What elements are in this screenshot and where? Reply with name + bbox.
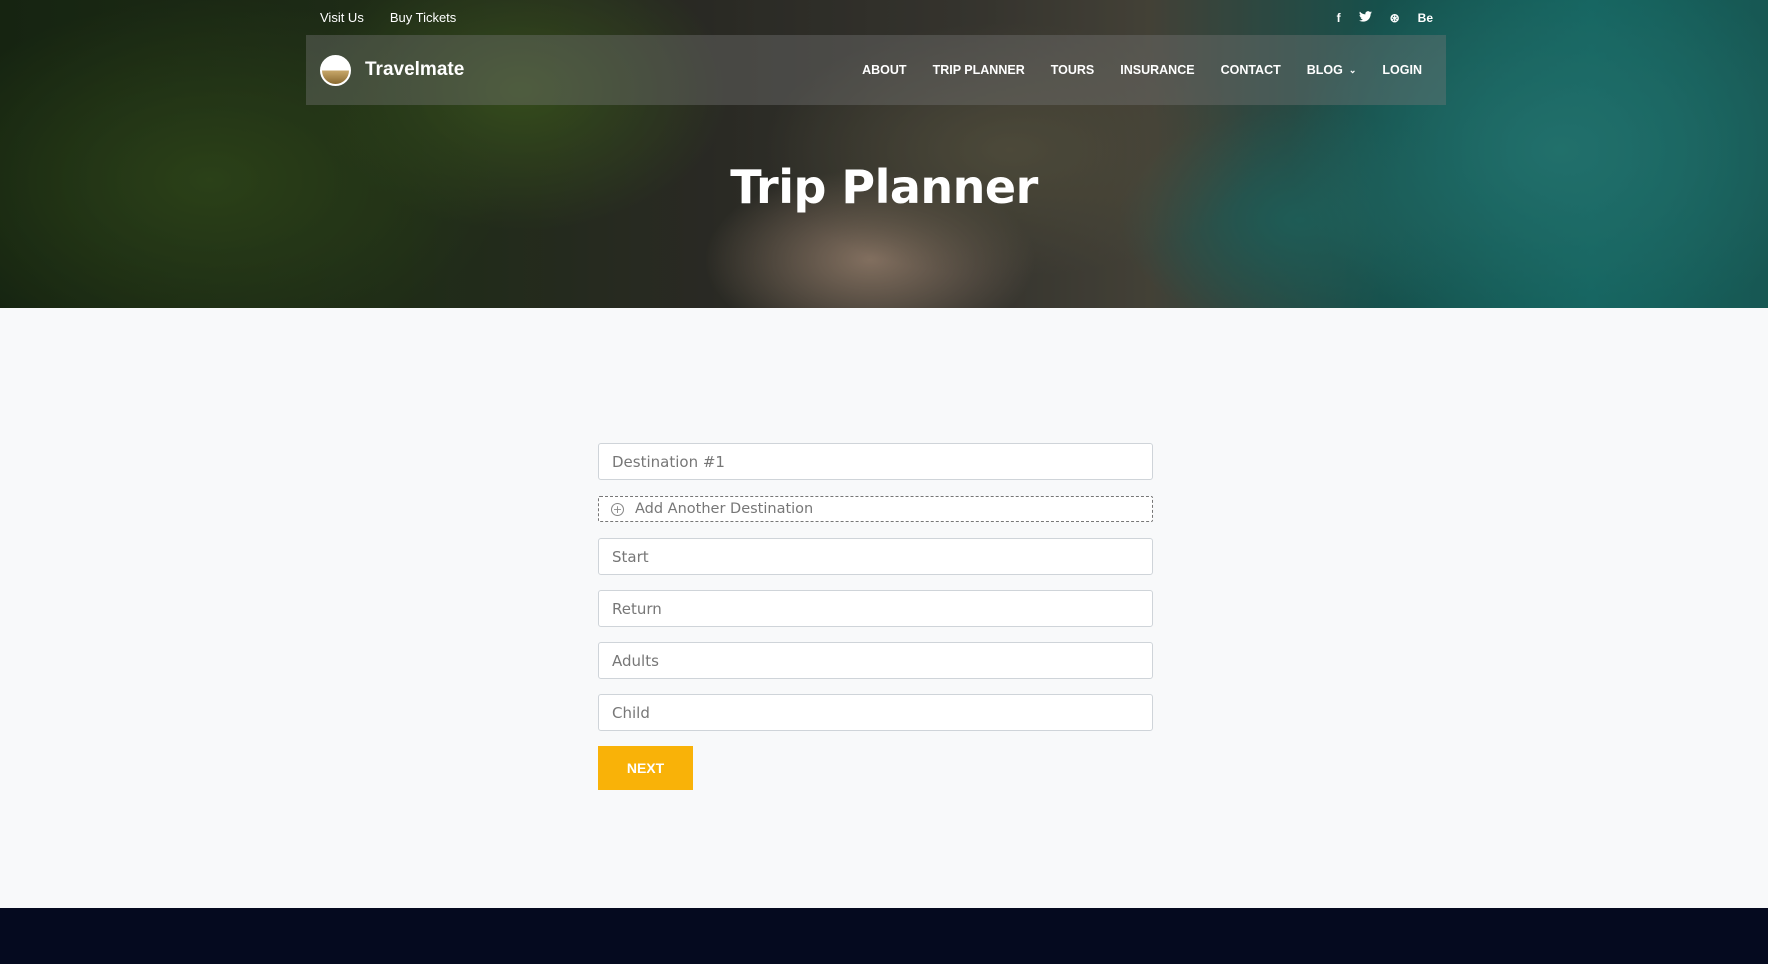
chevron-down-icon[interactable]: ⌄	[1349, 65, 1357, 76]
top-links: Visit Us Buy Tickets	[320, 10, 456, 25]
footer	[0, 908, 1768, 964]
facebook-icon[interactable]: f	[1337, 11, 1341, 25]
next-button[interactable]: NEXT	[598, 746, 693, 790]
twitter-icon[interactable]	[1358, 10, 1372, 25]
nav-item-insurance[interactable]: INSURANCE	[1120, 63, 1194, 77]
add-destination-button[interactable]: + Add Another Destination	[598, 496, 1153, 522]
nav-item-blog[interactable]: BLOG	[1307, 63, 1343, 77]
nav-item-trip-planner[interactable]: TRIP PLANNER	[933, 63, 1025, 77]
add-destination-label: Add Another Destination	[635, 501, 814, 517]
nav-menu: ABOUT TRIP PLANNER TOURS INSURANCE CONTA…	[836, 63, 1422, 77]
dribbble-icon[interactable]: ⊛	[1390, 11, 1400, 25]
plus-circle-icon: +	[611, 502, 624, 516]
nav-item-contact[interactable]: CONTACT	[1221, 63, 1281, 77]
hero-banner: Visit Us Buy Tickets f ⊛ Be Travelmate A…	[0, 0, 1768, 308]
start-date-input[interactable]	[598, 538, 1153, 575]
top-bar: Visit Us Buy Tickets f ⊛ Be	[320, 0, 1433, 35]
return-date-input[interactable]	[598, 590, 1153, 627]
child-input[interactable]	[598, 694, 1153, 731]
nav-item-login[interactable]: LOGIN	[1382, 63, 1422, 77]
main-nav: Travelmate ABOUT TRIP PLANNER TOURS INSU…	[306, 35, 1446, 105]
social-links: f ⊛ Be	[1337, 11, 1433, 25]
page-title: Trip Planner	[730, 160, 1038, 214]
adults-input[interactable]	[598, 642, 1153, 679]
trip-planner-form: + Add Another Destination NEXT	[598, 443, 1153, 790]
destination-input[interactable]	[598, 443, 1153, 480]
logo-icon	[320, 54, 351, 86]
nav-item-tours[interactable]: TOURS	[1051, 63, 1095, 77]
nav-item-about[interactable]: ABOUT	[862, 63, 906, 77]
brand-name: Travelmate	[365, 59, 465, 80]
behance-icon[interactable]: Be	[1418, 11, 1433, 25]
buy-tickets-link[interactable]: Buy Tickets	[390, 10, 456, 25]
brand[interactable]: Travelmate	[320, 54, 465, 86]
visit-us-link[interactable]: Visit Us	[320, 10, 364, 25]
